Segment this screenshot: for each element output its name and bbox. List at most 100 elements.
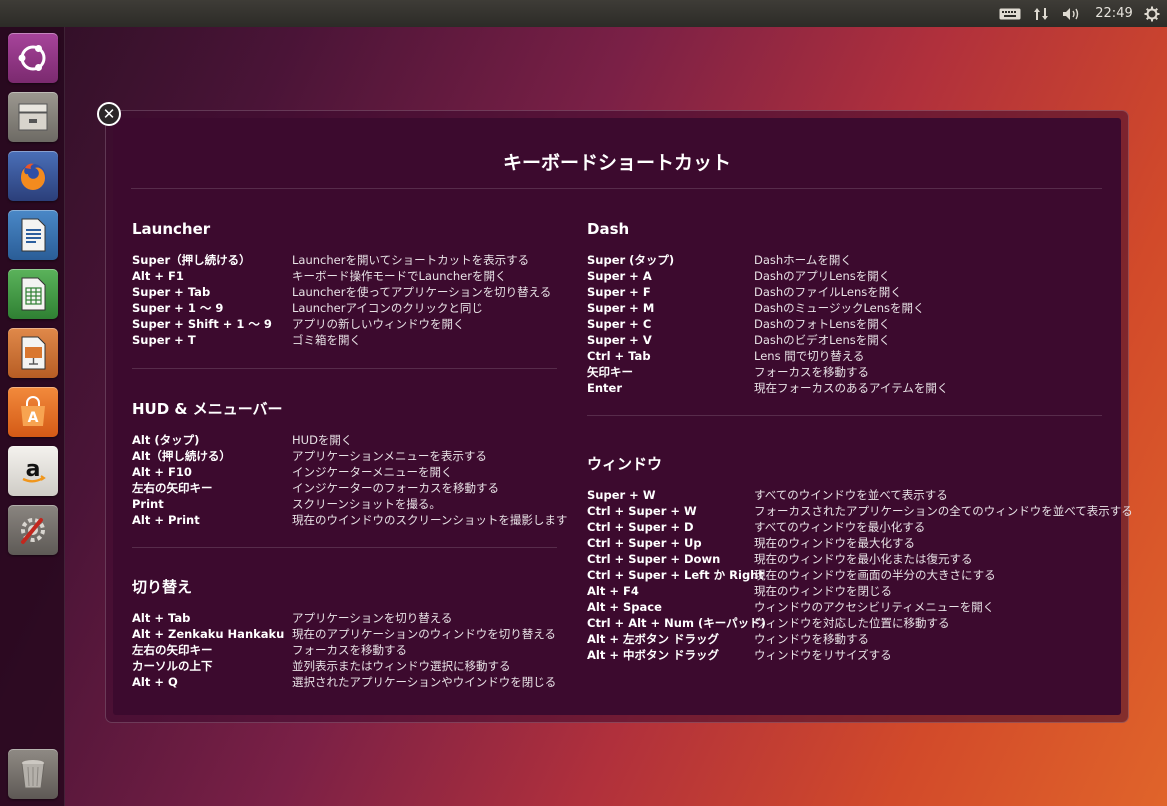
clock[interactable]: 22:49: [1090, 0, 1138, 27]
section-title: 切り替え: [132, 578, 193, 596]
svg-text:a: a: [26, 457, 41, 482]
shortcut-row: Super（押し続ける） Launcherを開いてショートカットを表示する: [132, 252, 551, 268]
shortcut-description: 現在のウィンドウを最小化または復元する: [754, 552, 973, 566]
shortcut-key: Super + F: [587, 285, 651, 299]
shortcut-description: Lens 間で切り替える: [754, 349, 865, 363]
shortcut-description: すべてのウィンドウを最小化する: [754, 520, 926, 534]
system-settings-icon[interactable]: [8, 505, 58, 555]
shortcut-key: Alt + 左ボタン ドラッグ: [587, 632, 719, 646]
shortcut-key: Alt + F10: [132, 465, 192, 479]
close-button[interactable]: ✕: [97, 102, 121, 126]
shortcut-row: Super + V DashのビデオLensを開く: [587, 332, 948, 348]
shortcut-description: 現在のウィンドウを最大化する: [754, 536, 915, 550]
shortcut-description: ゴミ箱を開く: [292, 333, 361, 347]
shortcut-row: Ctrl + Super + D すべてのウィンドウを最小化する: [587, 519, 1133, 535]
shortcut-key: Super + Shift + 1 〜 9: [132, 317, 272, 331]
shortcut-overlay: キーボードショートカット Launcher Super（押し続ける） Launch…: [113, 118, 1133, 715]
shortcut-key: Print: [132, 497, 164, 511]
shortcut-description: ウィンドウを対応した位置に移動する: [754, 616, 950, 630]
overlay-title: キーボードショートカット: [502, 152, 731, 174]
shortcut-key: Super + Tab: [132, 285, 211, 299]
shortcut-key: Ctrl + Alt + Num (キーパッド): [587, 616, 766, 630]
shortcut-key: Alt + Q: [132, 675, 178, 689]
shortcut-key: Super（押し続ける）: [132, 253, 251, 267]
shortcut-key: Super (タップ): [587, 253, 675, 267]
divider: [132, 547, 557, 548]
shortcut-description: 並列表示またはウィンドウ選択に移動する: [292, 659, 511, 673]
shortcut-description: DashのフォトLensを開く: [754, 317, 891, 331]
impress-icon[interactable]: [8, 328, 58, 378]
keyboard-icon[interactable]: [996, 0, 1024, 27]
shortcut-row: Alt (タップ) HUDを開く: [132, 432, 567, 448]
section-hud: HUD & メニューバー Alt (タップ) HUDを開く Alt（押し続ける） アプ…: [132, 398, 567, 528]
shortcut-description: DashのファイルLensを開く: [754, 285, 902, 299]
shortcut-row: Super + M DashのミュージックLensを開く: [587, 300, 948, 316]
files-icon[interactable]: [8, 92, 58, 142]
shortcut-description: アプリケーションを切り替える: [292, 611, 453, 625]
shortcut-row: Alt + Q 選択されたアプリケーションやウインドウを閉じる: [132, 674, 556, 690]
shortcut-key: Ctrl + Super + D: [587, 520, 694, 534]
shortcut-row: Alt + Print 現在のウインドウのスクリーンショットを撮影します: [132, 512, 567, 528]
shortcut-row: Ctrl + Super + W フォーカスされたアプリケーションの全てのウィンド…: [587, 503, 1133, 519]
shortcut-row: Super + T ゴミ箱を開く: [132, 332, 551, 348]
shortcut-key: Alt + Print: [132, 513, 200, 527]
divider: [587, 415, 1102, 416]
section-dash: Dash Super (タップ) Dashホームを開く Super + A Dashの…: [587, 218, 948, 396]
shortcut-row: Alt + Tab アプリケーションを切り替える: [132, 610, 556, 626]
shortcut-row: Alt（押し続ける） アプリケーションメニューを表示する: [132, 448, 567, 464]
shortcut-description: Launcherを使ってアプリケーションを切り替える: [292, 285, 552, 299]
section-switching: 切り替え Alt + Tab アプリケーションを切り替える Alt + Zenkak…: [132, 576, 556, 690]
shortcut-row: Ctrl + Super + Left か Right 現在のウィンドウを画面の半…: [587, 567, 1133, 583]
volume-icon[interactable]: [1060, 0, 1084, 27]
shortcut-description: 現在のアプリケーションのウィンドウを切り替える: [292, 627, 556, 641]
network-arrows-icon[interactable]: [1030, 0, 1052, 27]
shortcut-description: HUDを開く: [292, 433, 353, 447]
shortcut-row: Alt + Space ウィンドウのアクセシビリティメニューを開く: [587, 599, 1133, 615]
shortcut-key: Super + W: [587, 488, 656, 502]
section-title: HUD & メニューバー: [132, 400, 283, 418]
shortcut-row: Super + Tab Launcherを使ってアプリケーションを切り替える: [132, 284, 551, 300]
shortcut-key: Super + A: [587, 269, 652, 283]
launcher: A a: [0, 27, 65, 806]
firefox-icon[interactable]: [8, 151, 58, 201]
shortcut-row: Alt + F10 インジケーターメニューを開く: [132, 464, 567, 480]
section-window: ウィンドウ Super + W すべてのウインドウを並べて表示する Ctrl + S…: [587, 453, 1133, 663]
shortcut-key: Alt + Tab: [132, 611, 191, 625]
calc-icon[interactable]: [8, 269, 58, 319]
title-divider: [131, 188, 1102, 189]
shortcut-description: ウィンドウを移動する: [754, 632, 869, 646]
shortcut-key: Ctrl + Super + Left か Right: [587, 568, 764, 582]
shortcut-description: 現在のウィンドウを閉じる: [754, 584, 892, 598]
shortcut-key: Super + 1 〜 9: [132, 301, 224, 315]
shortcut-description: アプリケーションメニューを表示する: [292, 449, 487, 463]
section-title: Dash: [587, 220, 630, 238]
shortcut-description: 現在のウィンドウを画面の半分の大きさにする: [754, 568, 996, 582]
trash-icon[interactable]: [8, 749, 58, 799]
shortcut-row: Print スクリーンショットを撮る。: [132, 496, 567, 512]
shortcut-row: Alt + 中ボタン ドラッグ ウィンドウをリサイズする: [587, 647, 1133, 663]
shortcut-key: Super + C: [587, 317, 652, 331]
shortcut-description: ウィンドウのアクセシビリティメニューを開く: [754, 600, 995, 614]
shortcut-key: Ctrl + Super + Up: [587, 536, 702, 550]
shortcut-row: Alt + 左ボタン ドラッグ ウィンドウを移動する: [587, 631, 1133, 647]
shortcut-row: Super + A DashのアプリLensを開く: [587, 268, 948, 284]
shortcut-description: 現在フォーカスのあるアイテムを開く: [754, 381, 949, 395]
shortcut-row: Alt + F4 現在のウィンドウを閉じる: [587, 583, 1133, 599]
software-center-icon[interactable]: A: [8, 387, 58, 437]
writer-icon[interactable]: [8, 210, 58, 260]
shortcut-row: Ctrl + Alt + Num (キーパッド) ウィンドウを対応した位置に移動す…: [587, 615, 1133, 631]
shortcut-row: Ctrl + Super + Up 現在のウィンドウを最大化する: [587, 535, 1133, 551]
gear-icon[interactable]: [1140, 0, 1164, 27]
shortcut-key: 左右の矢印キー: [132, 643, 213, 657]
shortcut-description: ウィンドウをリサイズする: [754, 648, 892, 662]
section-title: ウィンドウ: [587, 455, 663, 473]
shortcut-key: カーソルの上下: [132, 659, 213, 673]
ubuntu-dash-icon[interactable]: [8, 33, 58, 83]
section-title: Launcher: [132, 220, 211, 238]
shortcut-row: Super + 1 〜 9 Launcherアイコンのクリックと同じ: [132, 300, 551, 316]
shortcut-description: キーボード操作モードでLauncherを開く: [292, 269, 507, 283]
shortcut-row: Super + C DashのフォトLensを開く: [587, 316, 948, 332]
amazon-icon[interactable]: a: [8, 446, 58, 496]
shortcut-key: Super + V: [587, 333, 652, 347]
shortcut-key: Ctrl + Tab: [587, 349, 651, 363]
